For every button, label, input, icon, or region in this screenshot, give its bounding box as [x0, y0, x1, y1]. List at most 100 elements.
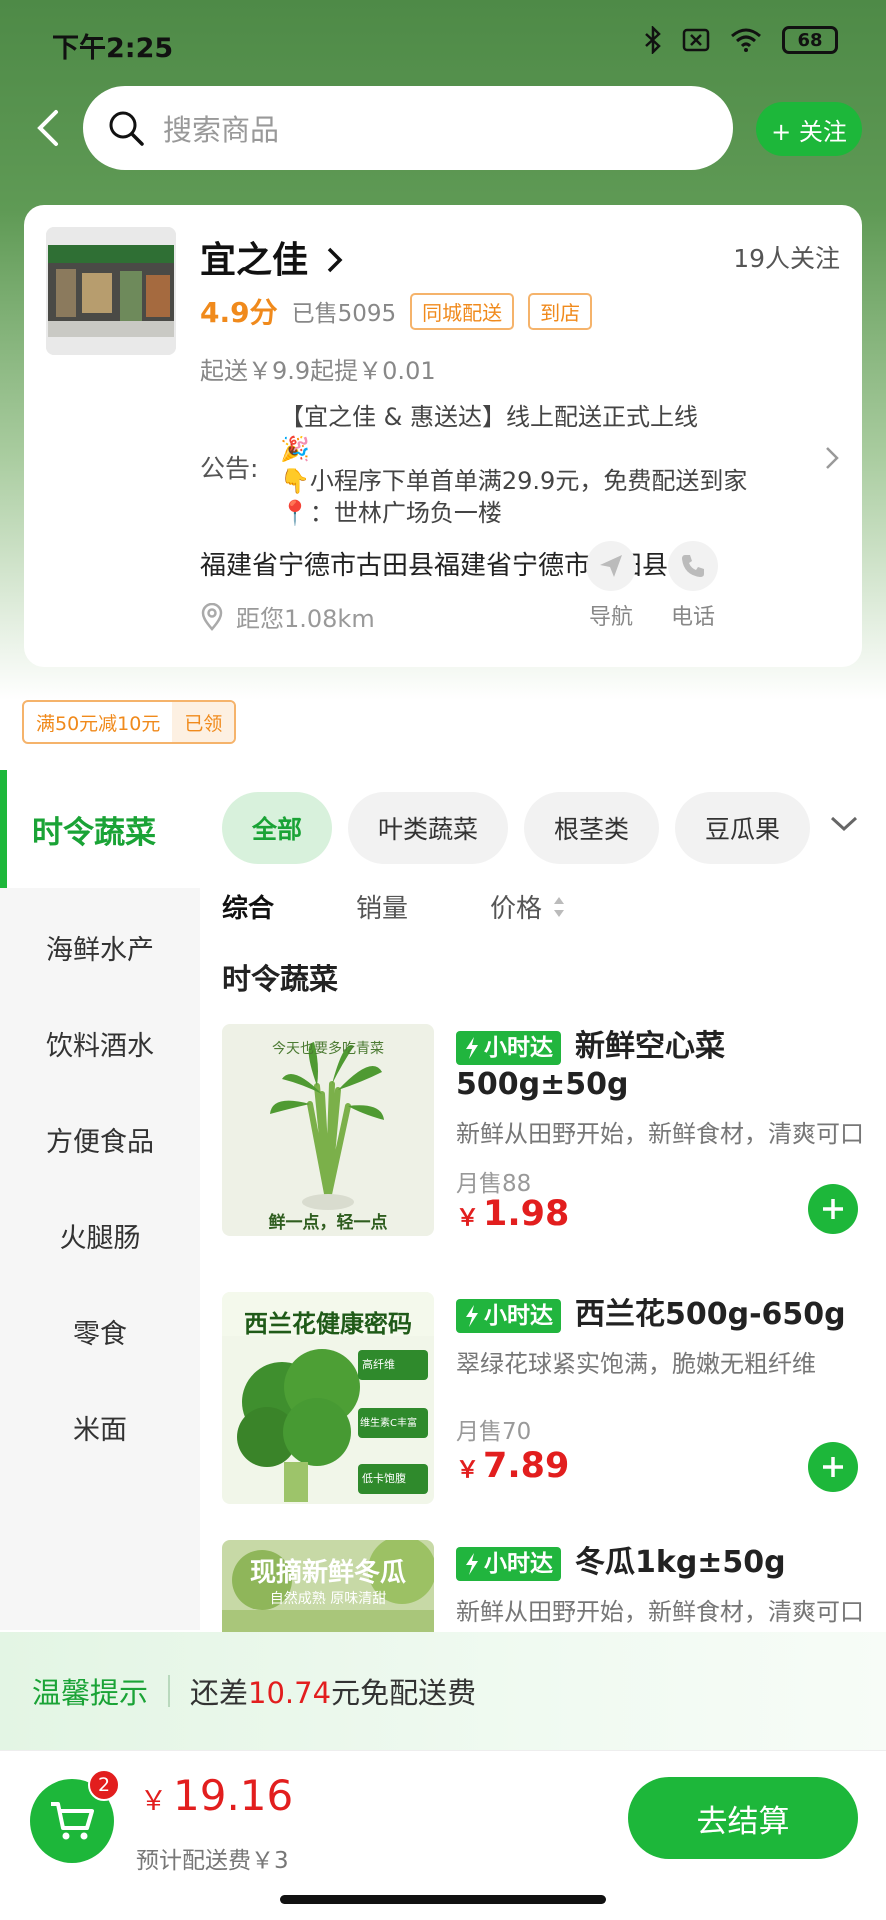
sidebar-item-active[interactable]: 时令蔬菜 — [0, 770, 200, 888]
tip-prefix: 还差 — [190, 1676, 249, 1710]
store-name[interactable]: 宜之佳 — [200, 231, 345, 283]
notice-line-1: 【宜之佳 & 惠送达】线上配送正式上线 — [280, 403, 698, 431]
store-name-text: 宜之佳 — [200, 240, 309, 281]
total-value: 19.16 — [173, 1771, 294, 1820]
sidebar-item-drinks[interactable]: 饮料酒水 — [0, 1008, 200, 1078]
status-bar: 下午2:25 68 — [0, 0, 886, 84]
product-card[interactable]: 西兰花健康密码 高纤维 维生素C丰富 低卡饱腹 小时达 西兰花500g-650g… — [222, 1292, 864, 1504]
product-title: 小时达 新鲜空心菜500g±50g — [456, 1028, 864, 1104]
paper-plane-icon — [586, 541, 636, 591]
phone-icon — [668, 541, 718, 591]
notice-line-2: 🎉 — [280, 435, 310, 463]
cart-total: ￥ 19.16 — [140, 1771, 293, 1820]
cart-count-badge: 2 — [88, 1769, 120, 1801]
product-price: ￥ 1.98 — [456, 1194, 569, 1234]
image-tag-3: 低卡饱腹 — [362, 1472, 406, 1485]
search-icon — [109, 111, 144, 146]
add-to-cart-button[interactable] — [808, 1184, 858, 1234]
lightning-icon — [466, 1552, 478, 1575]
product-desc: 翠绿花球紧实饱满，脆嫩无粗纤维 — [456, 1350, 816, 1378]
image-caption-top: 今天也要多吃青菜 — [272, 1041, 384, 1057]
tip-text: 还差10.74元免配送费 — [190, 1670, 476, 1712]
back-arrow-icon — [37, 110, 58, 146]
navigate-button[interactable]: 导航 — [576, 541, 646, 631]
sort-comprehensive[interactable]: 综合 — [222, 888, 356, 925]
sort-price[interactable]: 价格 — [490, 888, 566, 925]
chip-root[interactable]: 根茎类 — [524, 792, 660, 864]
delivery-fee: 预计配送费￥3 — [136, 1848, 289, 1874]
product-name: 冬瓜1kg±50g — [575, 1545, 786, 1580]
notice-label: 公告: — [200, 454, 259, 483]
chip-beans-melons[interactable]: 豆瓜果 — [675, 792, 811, 864]
product-desc: 新鲜从田野开始，新鲜食材，清爽可口 — [456, 1120, 864, 1148]
delivery-tip-bar: 温馨提示 还差10.74元免配送费 — [0, 1632, 886, 1750]
chevron-down-icon — [830, 816, 858, 832]
image-caption-title: 西兰花健康密码 — [244, 1310, 412, 1338]
store-distance: 距您1.08km — [200, 599, 375, 634]
image-caption-title: 现摘新鲜冬瓜 — [249, 1558, 406, 1588]
currency-symbol: ￥ — [456, 1205, 479, 1231]
currency-symbol: ￥ — [140, 1786, 167, 1817]
phone-button[interactable]: 电话 — [658, 541, 728, 631]
notice-line-3: 👇小程序下单首单满29.9元，免费配送到家📍：世林广场负一楼 — [280, 467, 748, 527]
store-photo[interactable] — [46, 227, 176, 355]
notice-text[interactable]: 【宜之佳 & 惠送达】线上配送正式上线 🎉 👇小程序下单首单满29.9元，免费配… — [280, 401, 800, 529]
home-indicator[interactable] — [280, 1895, 606, 1904]
sidebar-item-snacks[interactable]: 零食 — [0, 1296, 200, 1366]
sidebar-item-seafood[interactable]: 海鲜水产 — [0, 912, 200, 982]
sim-off-icon — [682, 28, 710, 52]
product-sold: 月售88 — [456, 1171, 532, 1197]
hourly-delivery-badge: 小时达 — [456, 1030, 561, 1065]
status-time: 下午2:25 — [52, 33, 174, 64]
store-card: 宜之佳 19人关注 4.9分 已售5095 同城配送 到店 起送￥9.9起提￥0… — [24, 205, 862, 667]
image-caption-bottom: 鲜一点，轻一点 — [268, 1213, 388, 1233]
coupon-status: 已领 — [172, 702, 235, 742]
product-card[interactable]: 现摘新鲜冬瓜 自然成熟 原味清甜 小时达 冬瓜1kg±50g 新鲜从田野开始，新… — [222, 1540, 864, 1632]
navigate-label: 导航 — [588, 605, 633, 630]
tip-divider — [168, 1675, 171, 1707]
bluetooth-icon — [644, 26, 662, 54]
product-card[interactable]: 今天也要多吃青菜 鲜一点，轻一点 小时达 新鲜空心菜500g±50g 新鲜从田野… — [222, 1024, 864, 1236]
coupon-badge[interactable]: 满50元减10元 已领 — [22, 700, 237, 744]
store-rating: 4.9分 — [200, 296, 278, 329]
add-to-cart-button[interactable] — [808, 1442, 858, 1492]
sidebar-item-instant-food[interactable]: 方便食品 — [0, 1104, 200, 1174]
category-sidebar: 时令蔬菜 海鲜水产 饮料酒水 方便食品 火腿肠 零食 米面 — [0, 770, 200, 1630]
sort-sales[interactable]: 销量 — [356, 888, 490, 925]
sort-bar: 综合 销量 价格 — [222, 888, 566, 925]
section-title: 时令蔬菜 — [222, 962, 339, 996]
image-tag-2: 维生素C丰富 — [360, 1418, 417, 1429]
search-placeholder: 搜索商品 — [163, 113, 280, 147]
followers-count: 19人关注 — [733, 244, 840, 273]
store-sold: 已售5095 — [291, 301, 397, 327]
checkout-button[interactable]: 去结算 — [628, 1777, 858, 1859]
sidebar-item-rice-noodles[interactable]: 米面 — [0, 1392, 200, 1462]
hourly-delivery-badge: 小时达 — [456, 1298, 561, 1333]
chevron-right-icon — [327, 247, 343, 273]
chip-leafy[interactable]: 叶类蔬菜 — [348, 792, 509, 864]
wifi-icon — [730, 28, 762, 52]
product-price: ￥ 7.89 — [456, 1446, 569, 1486]
status-icons: 68 — [644, 26, 838, 54]
tip-suffix: 元免配送费 — [331, 1676, 477, 1710]
tip-amount: 10.74 — [248, 1676, 332, 1710]
product-title: 小时达 西兰花500g-650g — [456, 1296, 864, 1334]
tag-in-store: 到店 — [528, 292, 593, 330]
notice-chevron-icon[interactable] — [824, 445, 840, 478]
badge-text: 小时达 — [484, 1550, 553, 1577]
product-name: 西兰花500g-650g — [575, 1297, 846, 1332]
expand-chips-button[interactable] — [822, 804, 866, 844]
image-tag-1: 高纤维 — [362, 1358, 395, 1371]
follow-button[interactable]: + 关注 — [756, 102, 862, 156]
lightning-icon — [466, 1036, 478, 1059]
back-button[interactable] — [24, 98, 70, 158]
price-value: 7.89 — [483, 1446, 570, 1486]
search-input[interactable]: 搜索商品 — [83, 86, 733, 170]
location-pin-icon — [201, 602, 223, 631]
sort-price-label: 价格 — [490, 894, 543, 924]
hourly-delivery-badge: 小时达 — [456, 1546, 561, 1581]
sidebar-item-sausage[interactable]: 火腿肠 — [0, 1200, 200, 1270]
tip-label: 温馨提示 — [32, 1676, 149, 1710]
chip-all[interactable]: 全部 — [222, 792, 333, 864]
top-bar: 搜索商品 + 关注 — [0, 86, 886, 170]
